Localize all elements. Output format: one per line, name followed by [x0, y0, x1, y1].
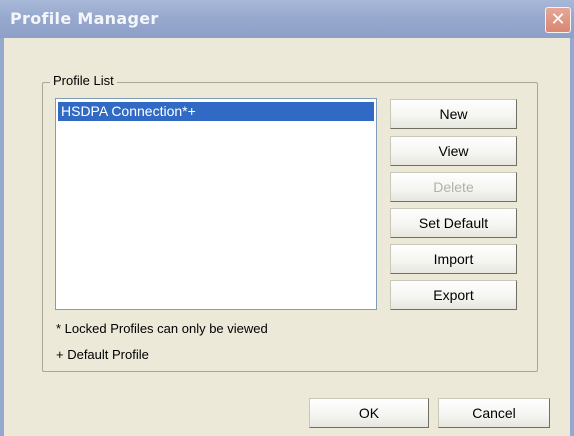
close-icon: ✕ [550, 9, 566, 30]
window-frame-right [570, 38, 574, 436]
close-button[interactable]: ✕ [545, 7, 571, 33]
view-button[interactable]: View [390, 136, 517, 166]
ok-button[interactable]: OK [309, 398, 429, 428]
default-profile-note: + Default Profile [56, 347, 149, 362]
profile-listbox[interactable]: HSDPA Connection*+ [55, 98, 377, 310]
new-button[interactable]: New [390, 99, 517, 129]
import-button[interactable]: Import [390, 244, 517, 274]
cancel-button[interactable]: Cancel [438, 398, 550, 428]
export-button[interactable]: Export [390, 280, 517, 310]
window-frame-left [0, 38, 4, 436]
profile-list-item[interactable]: HSDPA Connection*+ [58, 102, 374, 121]
delete-button[interactable]: Delete [390, 172, 517, 202]
locked-profiles-note: * Locked Profiles can only be viewed [56, 321, 268, 336]
window-title: Profile Manager [10, 9, 159, 28]
title-bar[interactable]: Profile Manager ✕ [0, 0, 574, 38]
profile-list-group-label: Profile List [50, 73, 117, 88]
profile-manager-dialog: Profile Manager ✕ Profile List HSDPA Con… [0, 0, 574, 436]
set-default-button[interactable]: Set Default [390, 208, 517, 238]
